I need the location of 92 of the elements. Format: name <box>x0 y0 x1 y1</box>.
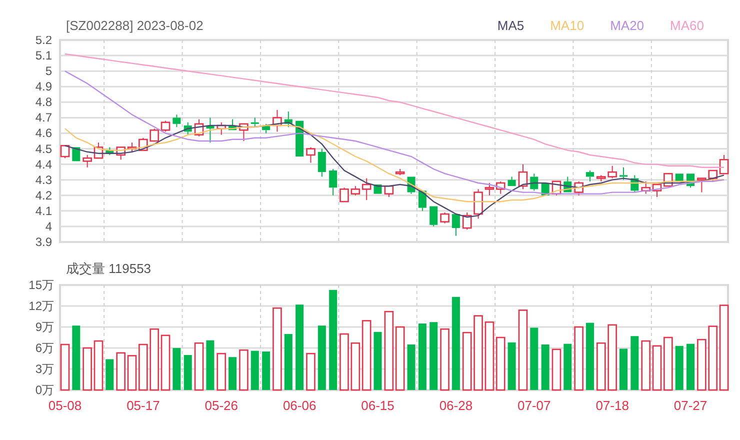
volume-bar <box>430 322 438 390</box>
x-axis-label: 06-06 <box>282 398 316 413</box>
candlestick <box>518 164 528 190</box>
x-axis-label: 05-26 <box>204 398 238 413</box>
candlestick <box>306 146 316 164</box>
candlestick <box>596 174 606 182</box>
volume-bar <box>228 357 237 390</box>
candlestick <box>94 142 104 159</box>
candlestick <box>384 185 394 198</box>
y-axis-label: 4.6 <box>35 126 52 140</box>
candlestick <box>474 188 483 220</box>
legend-label: MA5 <box>497 16 524 34</box>
candlestick <box>440 212 450 224</box>
candlestick <box>184 122 192 136</box>
x-axis-label: 06-28 <box>439 398 473 413</box>
candlestick <box>508 176 516 187</box>
legend-label: MA20 <box>610 16 644 34</box>
y-axis-label: 15万 <box>28 278 54 292</box>
y-axis-label: 6万 <box>35 341 54 355</box>
candlestick <box>82 154 92 168</box>
candlestick <box>262 123 270 134</box>
y-axis-label: 4.7 <box>35 110 52 125</box>
candlestick <box>216 122 226 136</box>
x-axis-label: 05-08 <box>48 398 82 413</box>
candlestick <box>496 180 506 194</box>
candlestick <box>708 170 718 182</box>
candlestick <box>284 110 292 128</box>
volume-bar <box>630 336 639 390</box>
y-axis-label: 4 <box>45 219 52 234</box>
y-axis-label: 3.9 <box>35 235 52 248</box>
y-axis-label: 3万 <box>35 362 54 376</box>
candlestick <box>150 128 160 142</box>
candlestick <box>194 118 204 137</box>
candlestick <box>697 178 706 193</box>
volume-bar <box>206 340 214 390</box>
y-axis-label: 12万 <box>28 299 54 313</box>
volume-bar <box>564 344 572 390</box>
candlestick <box>228 118 237 131</box>
y-axis-label: 4.3 <box>35 172 52 187</box>
candlestick <box>272 109 282 132</box>
y-axis-label: 4.4 <box>35 157 52 172</box>
y-axis-label: 5 <box>45 64 52 78</box>
y-axis-label: 4.9 <box>35 80 52 94</box>
candlestick <box>641 180 650 194</box>
candlestick <box>340 187 349 202</box>
candlestick <box>652 184 662 198</box>
y-axis-label: 4.5 <box>35 142 52 156</box>
x-axis-label: 07-18 <box>596 398 629 413</box>
candlestick <box>564 176 572 193</box>
candlestick <box>250 117 259 128</box>
candlestick <box>452 214 460 236</box>
volume-title: 成交量 119553 <box>66 260 152 278</box>
volume-bar <box>686 344 695 390</box>
candlestick <box>106 146 114 156</box>
candlestick <box>630 174 639 193</box>
volume-bar <box>530 328 538 390</box>
candlestick <box>395 168 405 176</box>
candlestick <box>329 168 338 196</box>
y-axis-label: 4.8 <box>35 95 52 110</box>
volume-bar <box>106 359 114 390</box>
y-axis-label: 0万 <box>35 383 54 397</box>
candlestick <box>484 182 494 196</box>
y-axis-label: 9万 <box>35 320 54 334</box>
volume-bar <box>620 348 628 390</box>
candlestick <box>462 212 472 230</box>
x-axis-label: 07-27 <box>674 398 708 413</box>
x-axis-label: 07-07 <box>518 398 551 413</box>
candlestick <box>127 142 137 152</box>
candlestick <box>608 165 617 179</box>
candlestick <box>239 123 248 142</box>
candlestick <box>430 206 438 227</box>
candlestick <box>206 117 214 144</box>
y-axis-label: 4.2 <box>35 188 52 202</box>
candlestick <box>160 120 170 132</box>
chart-title: [SZ002288] 2023-08-02 <box>66 16 204 35</box>
candlestick <box>620 166 628 180</box>
y-axis-label: 5.1 <box>35 48 52 63</box>
y-axis-label: 4.1 <box>35 204 52 218</box>
legend-label: MA10 <box>550 16 584 34</box>
candlestick <box>586 170 594 182</box>
candlestick <box>530 173 538 192</box>
candlestick <box>574 180 584 196</box>
x-axis-label: 06-15 <box>361 398 394 413</box>
volume-bar <box>172 348 181 390</box>
legend-label: MA60 <box>670 16 704 34</box>
candlestick <box>116 146 126 160</box>
volume-bar <box>262 352 270 390</box>
candlestick <box>172 114 181 128</box>
x-axis-label: 05-17 <box>126 398 160 413</box>
volume-bar <box>72 326 80 390</box>
candlestick <box>318 148 326 178</box>
candlestick <box>72 146 80 162</box>
